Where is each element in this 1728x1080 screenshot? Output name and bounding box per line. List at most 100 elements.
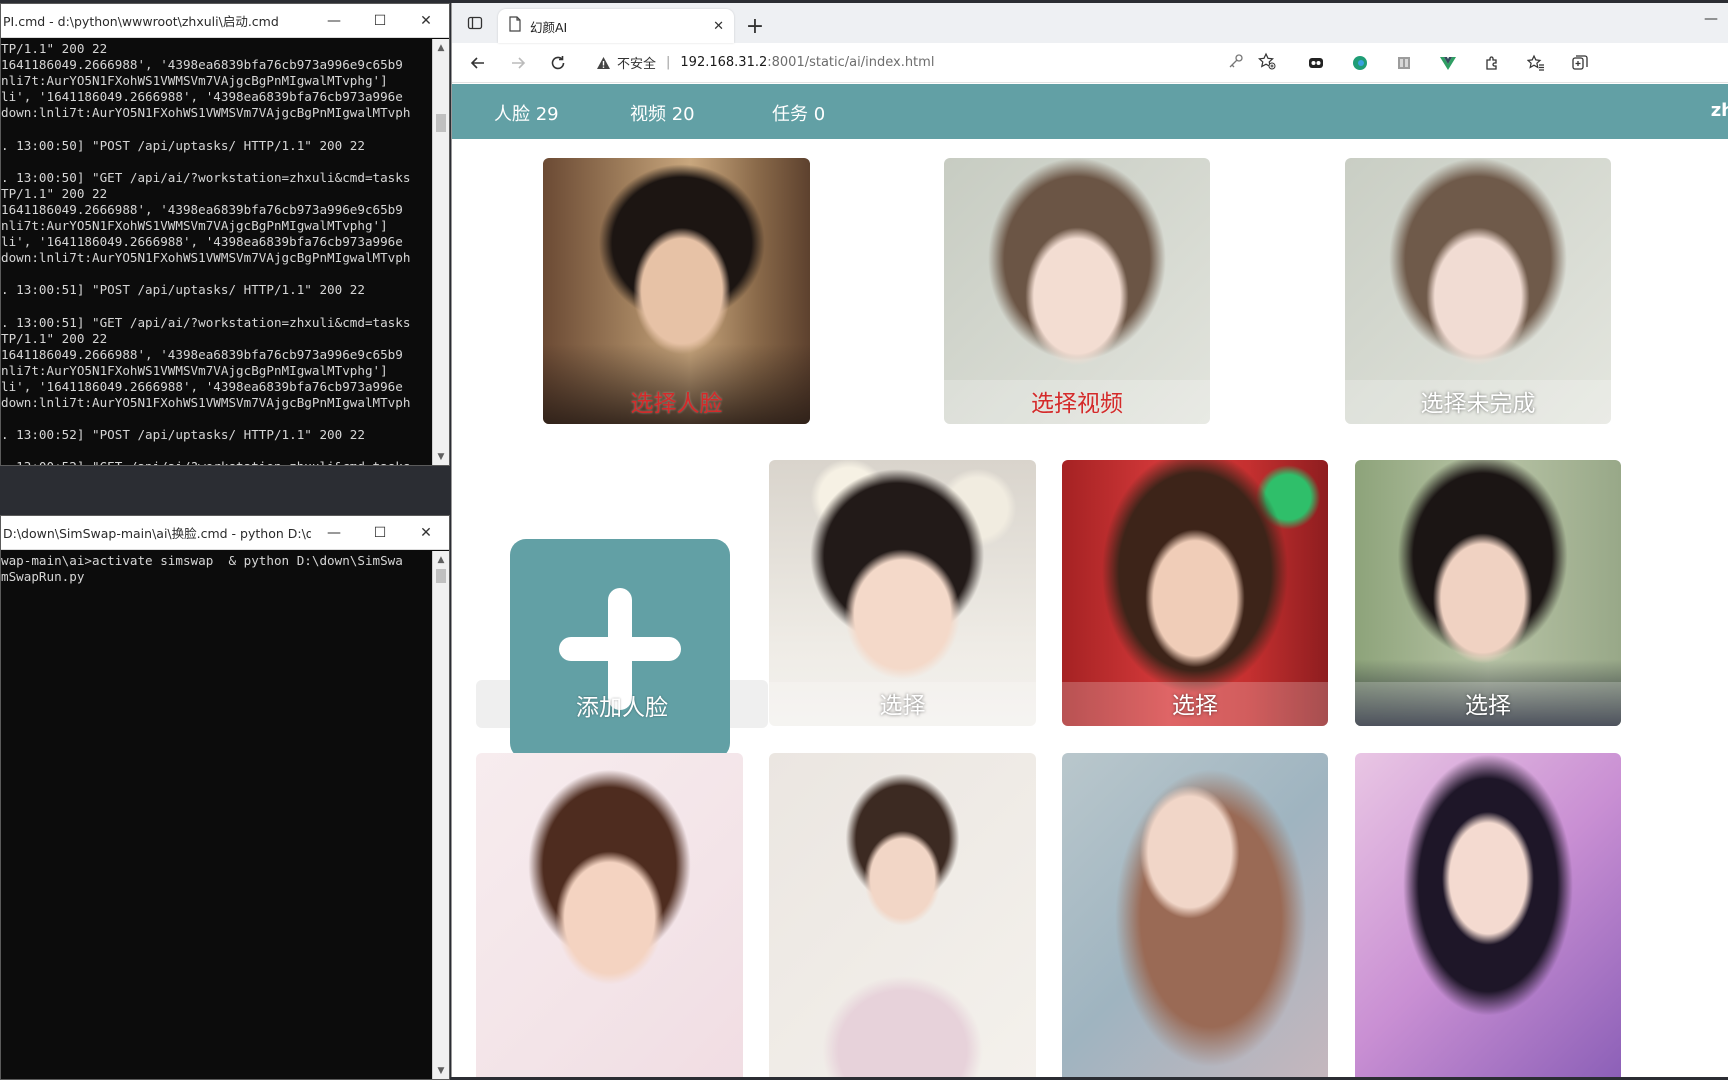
nav-videos-link[interactable]: 视频 20 [630,100,695,126]
tab-active[interactable]: 幻颜AI ✕ [498,9,734,43]
browser-minimize-button[interactable]: — [1704,11,1718,27]
selected-face-card[interactable]: 选择人脸 [543,158,810,424]
console-title: PI.cmd - d:\python\wwwroot\zhxuli\启动.cmd [3,14,279,29]
face-card[interactable] [1355,753,1621,1077]
console-line: li', '1641186049.2666988', '4398ea6839bf… [1,89,403,105]
scrollbar-thumb[interactable] [436,114,446,132]
extensions-puzzle-icon[interactable] [1470,47,1514,79]
face-card[interactable]: 选择 [1062,460,1328,726]
insecure-label[interactable]: 不安全 [617,53,656,72]
web-page: 人脸 29 视频 20 任务 0 zh 选择人脸 选择视频 选择未完成 添加人脸 [452,84,1728,1077]
add-face-label: 添加人脸 [576,695,668,721]
forward-button[interactable] [498,47,538,79]
console-scrollbar[interactable]: ▲ ▼ [432,551,449,1079]
nav-tasks-link[interactable]: 任务 0 [772,100,825,126]
warning-icon[interactable] [596,56,611,70]
face-card[interactable]: 选择 [769,460,1036,726]
console-line: . 13:00:50] "GET /api/ai/?workstation=zh… [1,169,411,185]
tab-actions-icon[interactable] [452,3,498,43]
console-line: down:lnli7t:AurYO5N1FXohWS1VWMSVm7VAjgcB… [1,105,411,121]
address-bar[interactable]: 不安全 | 192.168.31.2 :8001/static/ai/index… [586,48,1286,78]
console-output: TP/1.1" 200 22 1641186049.2666988', '4398… [1,39,432,465]
console-line: down:lnli7t:AurYO5N1FXohWS1VWMSVm7VAjgcB… [1,395,411,411]
forward-arrow-icon [512,56,526,69]
console-line: TP/1.1" 200 22 [1,41,108,56]
console-line: TP/1.1" 200 22 [1,330,108,346]
select-caption: 选择 [1465,693,1511,719]
close-button[interactable]: ✕ [403,516,449,550]
console-window-server[interactable]: PI.cmd - d:\python\wwwroot\zhxuli\启动.cmd… [0,3,450,466]
select-face-caption: 选择人脸 [630,391,723,417]
close-button[interactable]: ✕ [403,4,449,38]
scroll-down-arrow-icon[interactable]: ▼ [433,448,449,465]
console-line: li', '1641186049.2666988', '4398ea6839bf… [1,378,403,394]
face-card[interactable]: 选择 [1355,460,1621,726]
favorites-icon[interactable] [1514,47,1558,79]
selected-video-card[interactable]: 选择视频 [944,158,1210,424]
nav-user-name[interactable]: zh [1711,100,1728,121]
favorite-add-icon[interactable] [1258,52,1276,74]
key-icon[interactable] [1228,53,1244,73]
address-host: 192.168.31.2 [680,55,768,70]
scroll-up-arrow-icon[interactable]: ▲ [433,39,449,56]
unfinished-task-card[interactable]: 选择未完成 [1345,158,1611,424]
select-video-caption: 选择视频 [1031,391,1123,417]
browser-window[interactable]: 幻颜AI ✕ + — 不安全 | 192.168.31.2 :8001/stat… [451,3,1728,1077]
add-face-button[interactable] [510,539,730,759]
console-line: nli7t:AurYO5N1FXohWS1VWMSVm7VAjgcBgPnMIg… [1,218,388,234]
scrollbar-thumb[interactable] [436,569,446,583]
console-line: . 13:00:51] "POST /api/uptasks/ HTTP/1.1… [1,282,365,298]
maximize-button[interactable]: ☐ [357,516,403,550]
console-titlebar[interactable]: D:\down\SimSwap-main\ai\换脸.cmd - python … [1,516,449,550]
tab-close-icon[interactable]: ✕ [713,19,724,34]
face-card[interactable] [1062,753,1328,1077]
vue-devtools-icon[interactable] [1426,47,1470,79]
scroll-down-arrow-icon[interactable]: ▼ [433,1062,449,1079]
console-line: down:lnli7t:AurYO5N1FXohWS1VWMSVm7VAjgcB… [1,250,411,266]
console-title: D:\down\SimSwap-main\ai\换脸.cmd - python … [3,526,311,541]
face-card[interactable] [769,753,1036,1077]
console-window-simswap[interactable]: D:\down\SimSwap-main\ai\换脸.cmd - python … [0,515,450,1080]
tab-title: 幻颜AI [530,19,568,35]
back-button[interactable] [458,47,498,79]
scroll-up-arrow-icon[interactable]: ▲ [433,551,449,568]
edge-extension-icon[interactable] [1338,47,1382,79]
select-caption: 选择 [1172,693,1218,719]
extension-icon[interactable] [1294,47,1338,79]
tab-strip: 幻颜AI ✕ + — [452,3,1728,43]
maximize-button[interactable]: ☐ [357,4,403,38]
browser-toolbar: 不安全 | 192.168.31.2 :8001/static/ai/index… [452,43,1728,83]
console-line: mSwapRun.py [1,569,85,585]
face-photo [476,753,743,1077]
minimize-button[interactable]: — [311,4,357,38]
console-line: 1641186049.2666988', '4398ea6839bfa76cb9… [1,57,403,73]
console-line: li', '1641186049.2666988', '4398ea6839bf… [1,234,403,250]
nav-faces-link[interactable]: 人脸 29 [494,100,559,126]
select-unfinished-caption: 选择未完成 [1420,391,1536,417]
console-scrollbar[interactable]: ▲ ▼ [432,39,449,465]
address-separator: | [666,55,671,70]
toolbar-extensions [1294,47,1602,79]
new-tab-button[interactable]: + [738,9,772,43]
reader-icon[interactable] [1382,47,1426,79]
minimize-button[interactable]: — [311,516,357,550]
face-card[interactable] [476,753,743,1077]
page-icon [508,16,522,36]
reload-button[interactable] [538,47,578,79]
collections-icon[interactable] [1558,47,1602,79]
console-line: . 13:00:51] "GET /api/ai/?workstation=zh… [1,314,411,330]
console-output: wap-main\ai>activate simswap & python D:… [1,551,432,1079]
console-line: nli7t:AurYO5N1FXohWS1VWMSVm7VAjgcBgPnMIg… [1,362,388,378]
console-titlebar[interactable]: PI.cmd - d:\python\wwwroot\zhxuli\启动.cmd… [1,4,449,38]
console-line: 1641186049.2666988', '4398ea6839bfa76cb9… [1,201,403,217]
select-caption: 选择 [879,693,926,719]
console-line: . 13:00:52] "GET /api/ai/?workstation=zh… [1,459,432,465]
app-navbar: 人脸 29 视频 20 任务 0 zh [452,84,1728,139]
face-photo [769,753,1036,1077]
console-line: 1641186049.2666988', '4398ea6839bfa76cb9… [1,346,403,362]
